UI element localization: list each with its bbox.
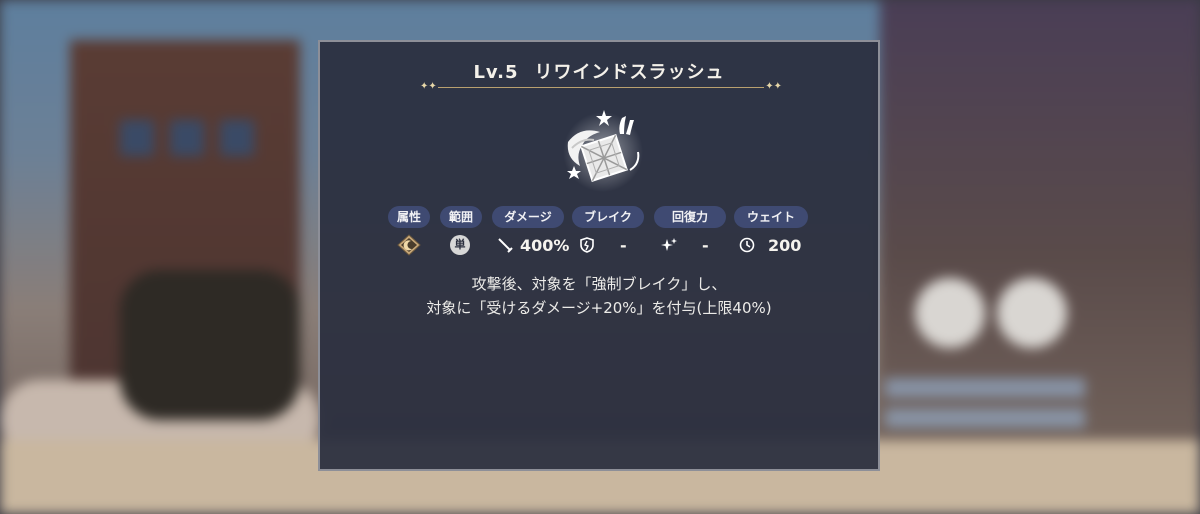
- divider-ornament-right-icon: ✦✦: [765, 81, 782, 92]
- heal-value-group: -: [660, 234, 709, 256]
- tag-break: ブレイク: [572, 206, 644, 228]
- break-value: -: [620, 235, 627, 255]
- clock-icon: [738, 236, 756, 254]
- sword-icon: [496, 236, 514, 254]
- title-divider: ✦✦ ✦✦: [420, 81, 782, 92]
- heal-value: -: [702, 235, 709, 255]
- skill-detail-modal: Lv.5 リワインドスラッシュ ✦✦ ✦✦ 属性 範囲 ダメージ ブレイク 回復…: [318, 40, 880, 471]
- damage-value: 400%: [520, 235, 570, 255]
- tag-damage: ダメージ: [492, 206, 564, 228]
- damage-value-group: 400%: [496, 234, 569, 256]
- tag-heal: 回復力: [654, 206, 726, 228]
- range-glyph: 単: [450, 235, 470, 255]
- skill-name: リワインドスラッシュ: [534, 62, 725, 83]
- wait-value: 200: [768, 235, 802, 255]
- divider-ornament-left-icon: ✦✦: [420, 81, 437, 92]
- skill-description: 攻撃後、対象を「強制ブレイク」し、 対象に「受けるダメージ+20%」を付与(上限…: [320, 272, 878, 320]
- tag-attribute: 属性: [388, 206, 430, 228]
- single-target-icon: 単: [450, 234, 470, 256]
- description-line-1: 攻撃後、対象を「強制ブレイク」し、: [471, 275, 727, 293]
- break-shield-icon: [578, 236, 596, 254]
- moon-attribute-icon: [397, 234, 421, 256]
- sword-cube-icon: [560, 108, 646, 192]
- skill-title: Lv.5 リワインドスラッシュ: [320, 58, 878, 84]
- skill-level: Lv.5: [473, 62, 519, 83]
- description-line-2: 対象に「受けるダメージ+20%」を付与(上限40%): [426, 299, 772, 317]
- sparkle-icon: [660, 236, 678, 254]
- tag-range: 範囲: [440, 206, 482, 228]
- break-value-group: -: [578, 234, 627, 256]
- tag-wait: ウェイト: [734, 206, 808, 228]
- wait-value-group: 200: [738, 234, 801, 256]
